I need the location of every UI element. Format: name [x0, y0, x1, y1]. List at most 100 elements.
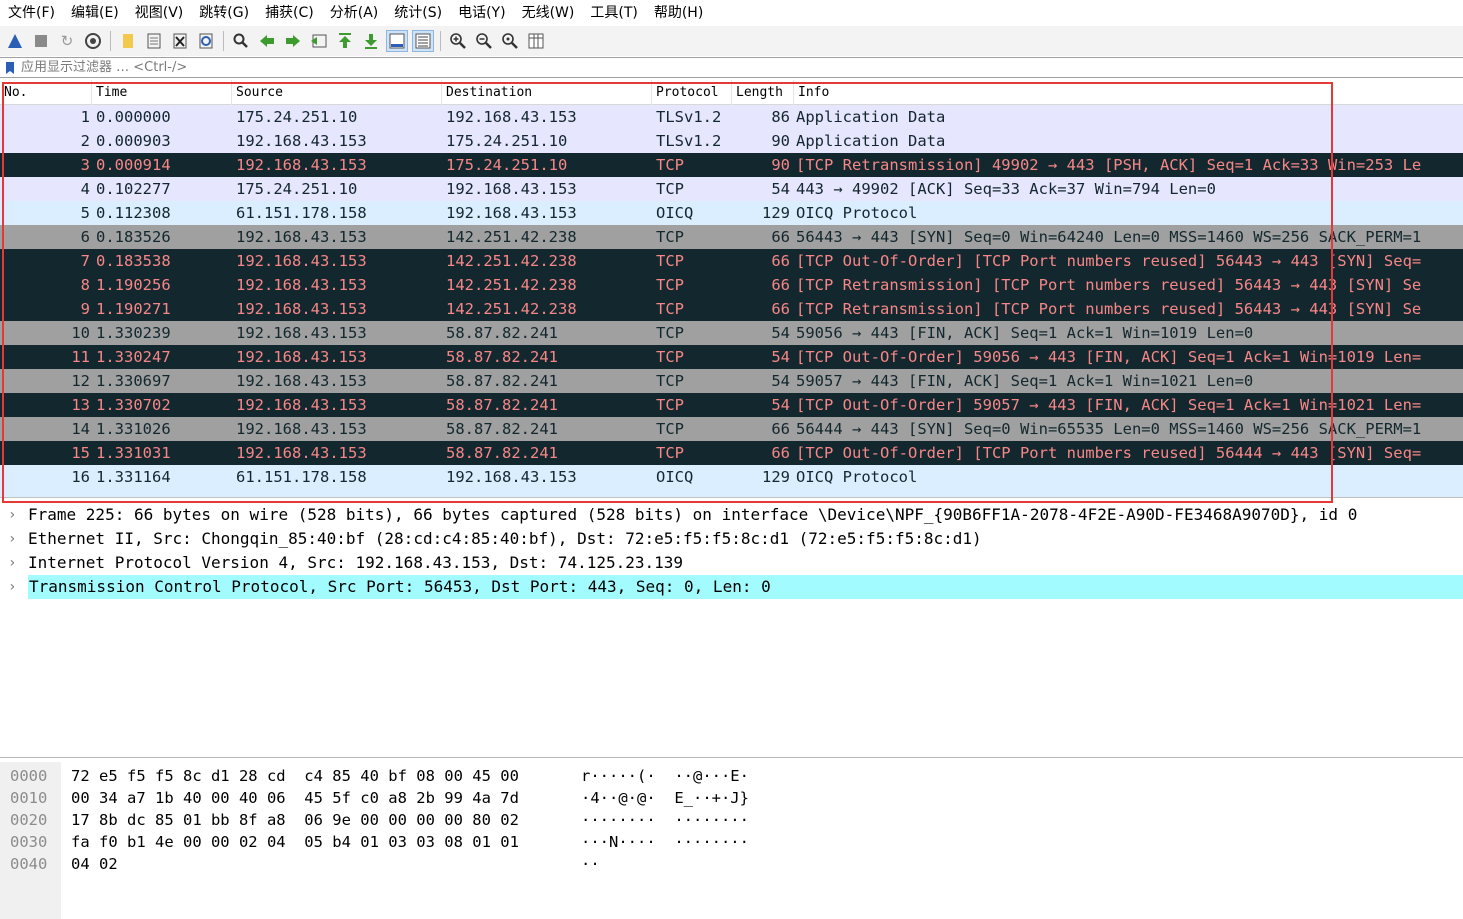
detail-frame[interactable]: › Frame 225: 66 bytes on wire (528 bits)… — [0, 503, 1463, 527]
column-header-info[interactable]: Info — [794, 80, 1463, 105]
byte-hex[interactable]: 00 34 a7 1b 40 00 40 06 45 5f c0 a8 2b 9… — [71, 787, 519, 809]
go-first-icon[interactable] — [334, 30, 356, 52]
detail-ipv4[interactable]: › Internet Protocol Version 4, Src: 192.… — [0, 551, 1463, 575]
packet-protocol: TCP — [656, 420, 684, 438]
byte-hex[interactable]: 17 8b dc 85 01 bb 8f a8 06 9e 00 00 00 0… — [71, 809, 519, 831]
byte-ascii[interactable]: ···N···· ········ — [581, 831, 749, 853]
packet-row[interactable]: 15 1.331031 192.168.43.153 58.87.82.241 TCP 6… — [0, 441, 1463, 465]
go-to-packet-icon[interactable] — [308, 30, 330, 52]
stop-icon[interactable] — [30, 30, 52, 52]
byte-offset[interactable]: 0040 — [10, 853, 47, 875]
packet-row[interactable]: 3 0.000914 192.168.43.153 175.24.251.10 TCP 9… — [0, 153, 1463, 177]
packet-row-partial[interactable] — [0, 489, 1463, 497]
detail-tcp[interactable]: › Transmission Control Protocol, Src Por… — [0, 575, 1463, 599]
packet-row[interactable]: 9 1.190271 192.168.43.153 142.251.42.238 TCP… — [0, 297, 1463, 321]
packet-protocol: TCP — [656, 156, 684, 174]
byte-offset[interactable]: 0000 — [10, 765, 47, 787]
byte-hex[interactable]: fa f0 b1 4e 00 00 02 04 05 b4 01 03 03 0… — [71, 831, 519, 853]
packet-row[interactable]: 1 0.000000 175.24.251.10 192.168.43.153 TLSv… — [0, 105, 1463, 129]
go-back-icon[interactable] — [256, 30, 278, 52]
go-last-icon[interactable] — [360, 30, 382, 52]
zoom-out-icon[interactable] — [473, 30, 495, 52]
menu-analyze[interactable]: 分析(A) — [322, 0, 387, 26]
bookmark-filter-icon[interactable] — [3, 60, 17, 76]
byte-ascii[interactable]: ········ ········ — [581, 809, 749, 831]
packet-row[interactable]: 14 1.331026 192.168.43.153 58.87.82.241 TCP 6… — [0, 417, 1463, 441]
byte-ascii[interactable]: r·····(· ··@···E· — [581, 765, 749, 787]
zoom-normal-icon[interactable] — [499, 30, 521, 52]
packet-row[interactable]: 12 1.330697 192.168.43.153 58.87.82.241 TCP 5… — [0, 369, 1463, 393]
byte-hex[interactable]: 04 02 — [71, 853, 118, 875]
chevron-right-icon[interactable]: › — [8, 575, 20, 599]
menu-capture[interactable]: 捕获(C) — [257, 0, 322, 26]
packet-row[interactable]: 6 0.183526 192.168.43.153 142.251.42.238 TCP… — [0, 225, 1463, 249]
packet-time: 1.330697 — [96, 372, 171, 390]
column-header-time[interactable]: Time — [92, 80, 232, 105]
menu-statistics[interactable]: 统计(S) — [386, 0, 450, 26]
menu-view[interactable]: 视图(V) — [127, 0, 192, 26]
packet-destination: 58.87.82.241 — [446, 420, 558, 438]
menu-go[interactable]: 跳转(G) — [191, 0, 257, 26]
packet-row[interactable]: 11 1.330247 192.168.43.153 58.87.82.241 TCP 5… — [0, 345, 1463, 369]
packet-source: 192.168.43.153 — [236, 444, 367, 462]
colorize-icon[interactable] — [412, 30, 434, 52]
zoom-in-icon[interactable] — [447, 30, 469, 52]
packet-row[interactable]: 8 1.190256 192.168.43.153 142.251.42.238 TCP… — [0, 273, 1463, 297]
packet-protocol: OICQ — [656, 468, 694, 486]
packet-source: 192.168.43.153 — [236, 372, 367, 390]
menu-tools[interactable]: 工具(T) — [582, 0, 645, 26]
byte-hex[interactable]: 72 e5 f5 f5 8c d1 28 cd c4 85 40 bf 08 0… — [71, 765, 519, 787]
byte-offset[interactable]: 0010 — [10, 787, 47, 809]
find-packet-icon[interactable] — [230, 30, 252, 52]
packet-info: [TCP Retransmission] [TCP Port numbers r… — [796, 300, 1422, 318]
packet-row[interactable]: 13 1.330702 192.168.43.153 58.87.82.241 TCP 5… — [0, 393, 1463, 417]
byte-ascii[interactable]: ·4··@·@· E_··+·J} — [581, 787, 749, 809]
open-file-icon[interactable] — [117, 30, 139, 52]
packet-protocol: TCP — [656, 228, 684, 246]
go-forward-icon[interactable] — [282, 30, 304, 52]
column-header-destination[interactable]: Destination — [442, 80, 652, 105]
packet-no: 1 — [80, 108, 90, 126]
chevron-right-icon[interactable]: › — [8, 551, 20, 575]
menu-telephony[interactable]: 电话(Y) — [450, 0, 513, 26]
packet-time: 0.112308 — [96, 204, 171, 222]
packet-length: 54 — [771, 180, 790, 198]
packet-row[interactable]: 10 1.330239 192.168.43.153 58.87.82.241 TCP 5… — [0, 321, 1463, 345]
shark-fin-start-icon[interactable] — [4, 30, 26, 52]
column-header-length[interactable]: Length — [732, 80, 794, 105]
menu-help[interactable]: 帮助(H) — [646, 0, 711, 26]
packet-row[interactable]: 7 0.183538 192.168.43.153 142.251.42.238 TCP… — [0, 249, 1463, 273]
column-header-protocol[interactable]: Protocol — [652, 80, 732, 105]
byte-ascii[interactable]: ·· — [581, 853, 600, 875]
save-file-icon[interactable] — [143, 30, 165, 52]
byte-offset[interactable]: 0030 — [10, 831, 47, 853]
packet-row[interactable]: 2 0.000903 192.168.43.153 175.24.251.10 TLSv… — [0, 129, 1463, 153]
resize-columns-icon[interactable] — [525, 30, 547, 52]
menu-file[interactable]: 文件(F) — [0, 0, 63, 26]
chevron-right-icon[interactable]: › — [8, 503, 20, 527]
restart-icon[interactable]: ↻ — [56, 30, 78, 52]
detail-ethernet[interactable]: › Ethernet II, Src: Chongqin_85:40:bf (2… — [0, 527, 1463, 551]
packet-row[interactable]: 5 0.112308 61.151.178.158 192.168.43.153 OIC… — [0, 201, 1463, 225]
auto-scroll-icon[interactable] — [386, 30, 408, 52]
column-header-source[interactable]: Source — [232, 80, 442, 105]
close-file-icon[interactable] — [169, 30, 191, 52]
menu-edit[interactable]: 编辑(E) — [63, 0, 127, 26]
packet-row[interactable]: 4 0.102277 175.24.251.10 192.168.43.153 TCP 5… — [0, 177, 1463, 201]
packet-length: 86 — [771, 108, 790, 126]
packet-destination: 58.87.82.241 — [446, 372, 558, 390]
packet-row[interactable]: 16 1.331164 61.151.178.158 192.168.43.153 OI… — [0, 465, 1463, 489]
chevron-right-icon[interactable]: › — [8, 527, 20, 551]
packet-protocol: TCP — [656, 276, 684, 294]
packet-destination: 142.251.42.238 — [446, 228, 577, 246]
menu-wireless[interactable]: 无线(W) — [514, 0, 583, 26]
reload-icon[interactable] — [195, 30, 217, 52]
packet-info: OICQ Protocol — [796, 204, 918, 222]
column-header-no[interactable]: No. — [0, 80, 92, 105]
packet-info: [TCP Retransmission] [TCP Port numbers r… — [796, 276, 1422, 294]
capture-options-icon[interactable] — [82, 30, 104, 52]
packet-protocol: TCP — [656, 396, 684, 414]
display-filter-input[interactable] — [17, 57, 1463, 78]
byte-offset[interactable]: 0020 — [10, 809, 47, 831]
packet-info: [TCP Out-Of-Order] [TCP Port numbers reu… — [796, 444, 1422, 462]
